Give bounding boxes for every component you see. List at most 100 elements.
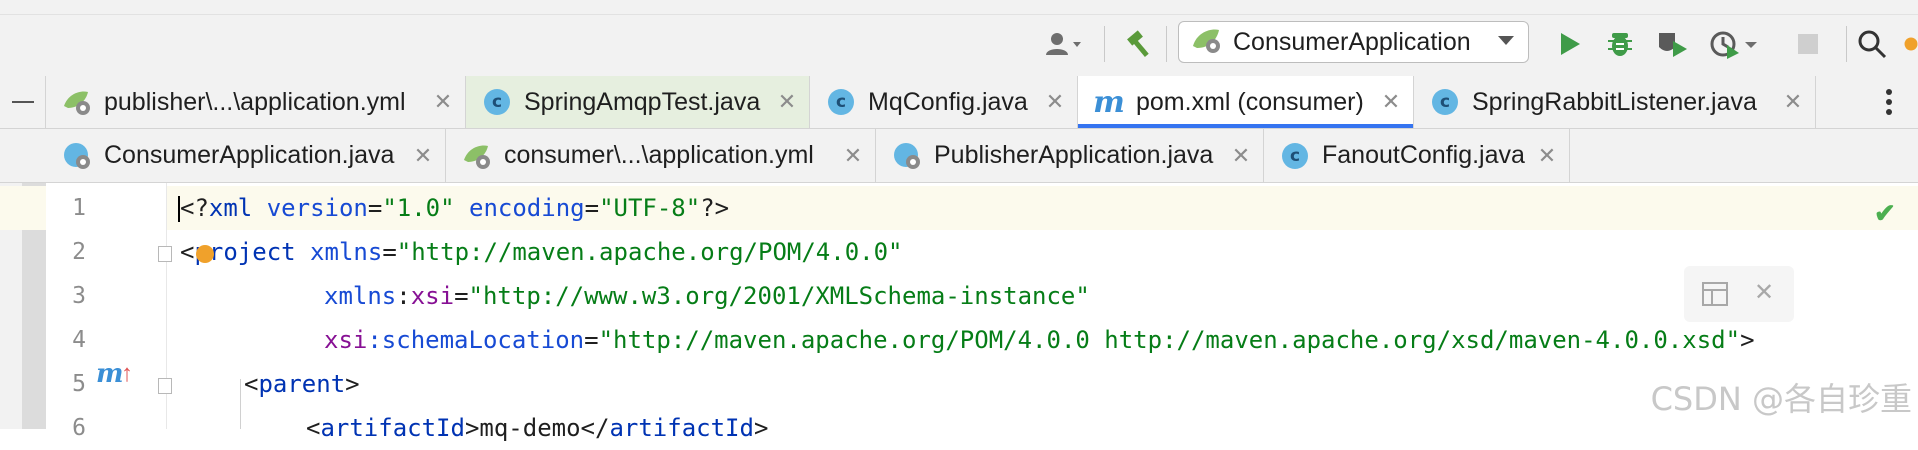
profile-icon[interactable]: [1706, 24, 1762, 64]
code-token: "1.0": [382, 194, 455, 222]
tab-springamqptest-java[interactable]: c SpringAmqpTest.java ✕: [466, 76, 810, 128]
chevron-down-icon: [1498, 36, 1514, 45]
code-token: xml: [208, 194, 253, 222]
debug-icon[interactable]: [1602, 24, 1638, 64]
tab-pom-xml-consumer[interactable]: m pom.xml (consumer) ✕: [1078, 76, 1414, 128]
plugin-icon[interactable]: [1904, 24, 1918, 64]
code-line[interactable]: <?xml version="1.0" encoding="UTF-8"?>: [180, 186, 729, 230]
close-icon[interactable]: ✕: [841, 143, 865, 168]
run-icon[interactable]: [1552, 24, 1588, 64]
toolbar-separator: [1104, 26, 1105, 62]
code-token: <: [244, 370, 259, 398]
tab-label: ConsumerApplication.java: [104, 141, 395, 169]
maven-parent-icon[interactable]: m: [96, 359, 124, 389]
code-token: "http://maven.apache.org/POM/4.0.0": [396, 238, 903, 266]
more-options-icon[interactable]: [1860, 76, 1918, 128]
close-icon[interactable]: ✕: [1781, 90, 1805, 114]
floating-toolbar: ✕: [1684, 266, 1794, 322]
maven-icon: m: [1093, 84, 1125, 120]
close-icon[interactable]: ✕: [1379, 90, 1403, 114]
tab-springrabbitlistener-java[interactable]: c SpringRabbitListener.java ✕: [1414, 76, 1816, 128]
fold-marker-icon[interactable]: [158, 246, 172, 262]
tab-row-spacer: [0, 129, 46, 182]
close-icon[interactable]: ✕: [1229, 143, 1253, 168]
close-icon[interactable]: ✕: [411, 143, 435, 168]
fold-marker-icon[interactable]: [158, 378, 172, 394]
code-token: =: [454, 282, 469, 310]
toolbar-separator: [1166, 26, 1167, 62]
code-token: <: [180, 238, 195, 266]
tab-label: MqConfig.java: [868, 87, 1028, 116]
spring-boot-icon: [1191, 26, 1223, 59]
code-line[interactable]: xmlns:xsi="http://www.w3.org/2001/XMLSch…: [324, 274, 1090, 318]
code-line[interactable]: <artifactId>mq-demo</artifactId>: [306, 406, 768, 450]
close-icon[interactable]: ✕: [1535, 143, 1559, 168]
code-token: artifactId: [320, 414, 465, 442]
code-token: :schemaLocation: [367, 326, 585, 354]
spring-yml-icon: [462, 141, 492, 171]
search-icon[interactable]: [1852, 24, 1892, 64]
indent-guide: [240, 379, 241, 429]
code-line[interactable]: <parent>: [244, 362, 360, 406]
collapse-icon[interactable]: [0, 76, 46, 128]
inspection-ok-icon[interactable]: ✔: [1874, 198, 1896, 229]
line-number: 4: [72, 327, 86, 353]
class-icon: c: [826, 87, 856, 117]
line-number: 6: [72, 415, 86, 441]
code-token: xsi: [410, 282, 455, 310]
code-token: version: [252, 194, 368, 222]
tab-consumerapplication-java[interactable]: ConsumerApplication.java ✕: [46, 129, 446, 182]
code-token: xsi: [324, 326, 368, 354]
run-config-label: ConsumerApplication: [1233, 27, 1471, 56]
code-token: >: [345, 370, 360, 398]
code-token: =: [367, 194, 383, 222]
tab-label: consumer\...\application.yml: [504, 141, 814, 169]
title-strip: [0, 0, 1918, 15]
close-icon[interactable]: ✕: [431, 90, 455, 114]
close-icon[interactable]: ✕: [1754, 278, 1774, 307]
code-token: <: [306, 414, 321, 442]
spring-class-icon: [62, 141, 92, 171]
arrow-up-icon[interactable]: ↑: [121, 360, 133, 388]
tab-consumer-application-yml[interactable]: consumer\...\application.yml ✕: [446, 129, 876, 182]
tab-label: publisher\...\application.yml: [104, 87, 406, 116]
intention-bulb-icon[interactable]: [196, 245, 214, 263]
tab-fanoutconfig-java[interactable]: c FanoutConfig.java ✕: [1264, 129, 1570, 182]
code-token: <?: [180, 194, 209, 222]
spring-class-icon: [892, 141, 922, 171]
editor-tabs-row-2: ConsumerApplication.java ✕ consumer\...\…: [0, 129, 1918, 183]
line-number: 3: [72, 283, 86, 309]
tab-publisherapplication-java[interactable]: PublisherApplication.java ✕: [876, 129, 1264, 182]
code-token: >mq-demo</: [464, 414, 610, 442]
stop-icon[interactable]: [1790, 24, 1826, 64]
line-number: 1: [72, 195, 86, 221]
toolbar-separator: [1846, 26, 1847, 62]
code-token: encoding: [454, 194, 585, 222]
line-number: 5: [72, 371, 86, 397]
tab-label: PublisherApplication.java: [934, 141, 1214, 169]
user-icon[interactable]: [1040, 24, 1086, 64]
close-icon[interactable]: ✕: [775, 90, 799, 114]
class-icon: c: [1280, 141, 1310, 171]
run-config-dropdown[interactable]: ConsumerApplication: [1178, 21, 1529, 63]
editor-tabs-row-1: publisher\...\application.yml ✕ c Spring…: [0, 76, 1918, 129]
code-token: xmlns: [324, 282, 397, 310]
build-hammer-icon[interactable]: [1120, 24, 1160, 64]
close-icon[interactable]: ✕: [1043, 90, 1067, 114]
code-token: artifactId: [609, 414, 754, 442]
code-line[interactable]: <project xmlns="http://maven.apache.org/…: [180, 230, 903, 274]
reader-mode-icon[interactable]: [1700, 280, 1730, 313]
tab-mqconfig-java[interactable]: c MqConfig.java ✕: [810, 76, 1078, 128]
coverage-icon[interactable]: [1652, 24, 1692, 64]
tab-label: SpringAmqpTest.java: [524, 87, 761, 116]
text-caret: [178, 196, 180, 222]
code-token: xmlns: [295, 238, 383, 266]
spring-yml-icon: [62, 87, 92, 117]
tab-publisher-application-yml[interactable]: publisher\...\application.yml ✕: [46, 76, 466, 128]
code-token: =: [584, 326, 599, 354]
line-number: 2: [72, 239, 86, 265]
tab-label: pom.xml (consumer): [1136, 87, 1364, 116]
class-icon: c: [1430, 87, 1460, 117]
code-token: "http://www.w3.org/2001/XMLSchema-instan…: [468, 282, 1090, 310]
code-line[interactable]: xsi:schemaLocation="http://maven.apache.…: [324, 318, 1755, 362]
